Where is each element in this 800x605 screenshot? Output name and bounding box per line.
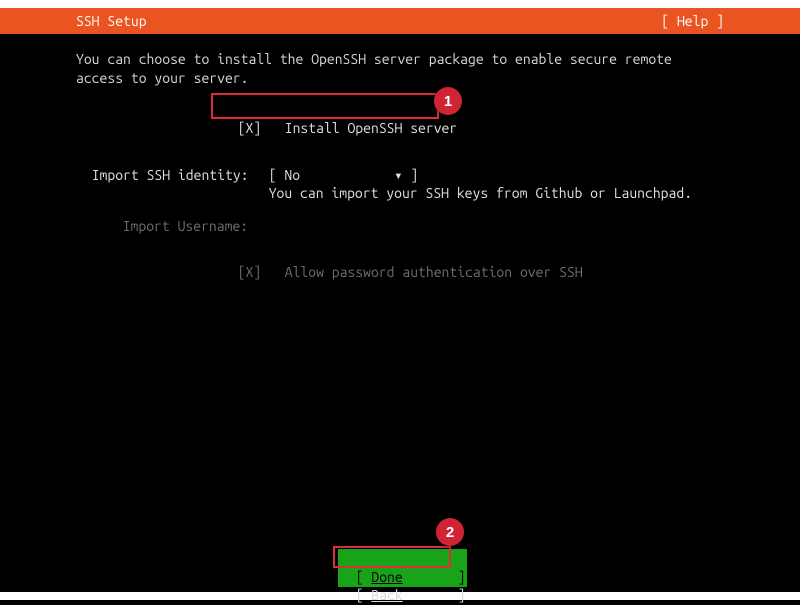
- title-bar: SSH Setup [ Help ]: [0, 8, 800, 34]
- help-button[interactable]: [ Help ]: [661, 13, 724, 29]
- annotation-badge-1: 1: [434, 87, 462, 115]
- intro-line-1: You can choose to install the OpenSSH se…: [76, 50, 740, 69]
- install-openssh-checkbox[interactable]: [X]: [238, 120, 262, 136]
- install-openssh-label: Install OpenSSH server: [285, 120, 457, 136]
- annotation-badge-2: 2: [436, 518, 464, 546]
- import-username-label: Import Username:: [123, 218, 248, 234]
- back-button[interactable]: [ Back ]: [340, 567, 465, 605]
- allow-password-label: Allow password authentication over SSH: [285, 264, 583, 280]
- main-content: You can choose to install the OpenSSH se…: [76, 50, 740, 88]
- intro-line-2: access to your server.: [76, 69, 740, 88]
- import-identity-hint: You can import your SSH keys from Github…: [269, 185, 692, 201]
- allow-password-checkbox[interactable]: [X]: [238, 264, 262, 280]
- page-title: SSH Setup: [76, 13, 147, 29]
- import-identity-label: Import SSH identity:: [92, 167, 249, 183]
